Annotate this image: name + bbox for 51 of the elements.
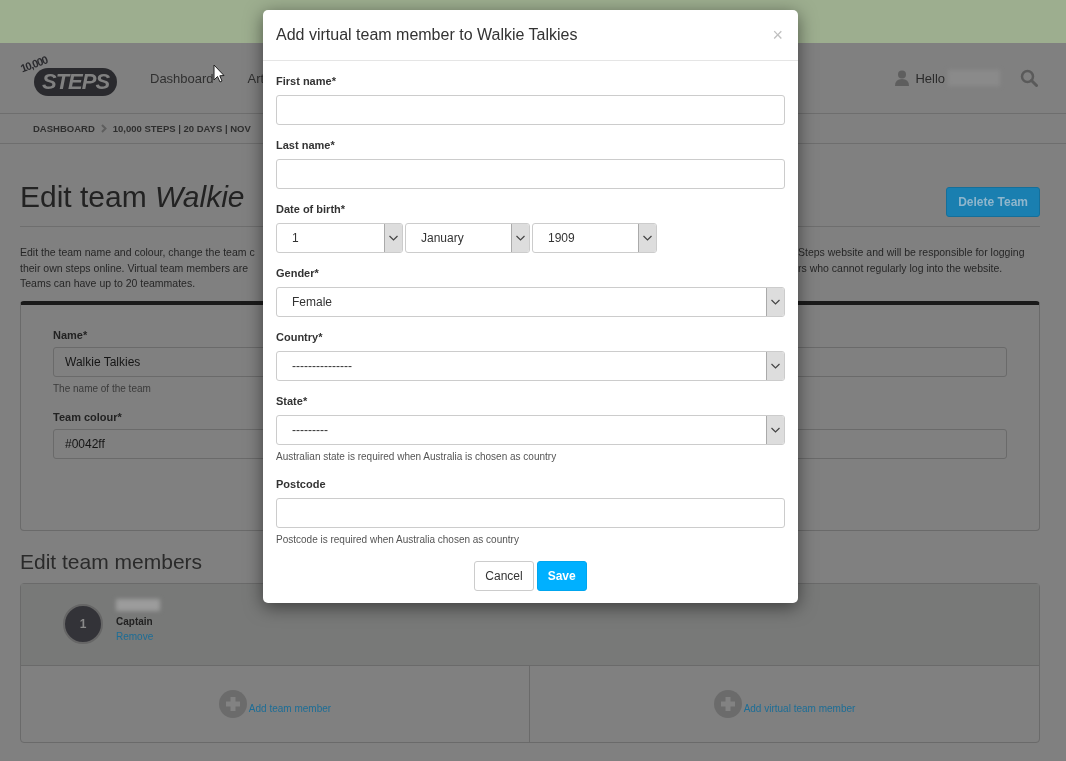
description-text: Teams can have up to 20 teammates. <box>20 276 197 291</box>
member-number: 1 <box>63 604 103 644</box>
help-text: The name of the team <box>53 381 152 396</box>
breadcrumb-link[interactable]: DASHBOARD <box>33 123 95 134</box>
greeting: Hello <box>915 70 945 86</box>
dialog-title: Add virtual team member to Walkie Talkies <box>276 26 578 44</box>
field-label: Date of birth* <box>276 202 347 216</box>
input-field[interactable] <box>276 95 785 125</box>
field-label: Gender* <box>276 266 320 280</box>
close-button[interactable]: × <box>770 24 785 46</box>
year-select[interactable]: 1909 <box>532 223 657 253</box>
blurred-member-name <box>116 598 160 611</box>
description-text: Edit the team name and colour, change the team c <box>20 245 256 260</box>
dropdown[interactable]: --------- <box>276 415 785 445</box>
dropdown[interactable]: --------------- <box>276 351 785 381</box>
user-icon <box>895 70 910 86</box>
field-label: Name* <box>53 327 88 342</box>
description-text: Steps website and will be responsible for logging <box>798 245 1026 260</box>
caret-icon <box>511 224 529 252</box>
day-select[interactable]: 1 <box>276 223 403 253</box>
member-role: Captain <box>116 614 154 629</box>
field-label: Team colour* <box>53 409 122 424</box>
caret-icon <box>766 352 784 380</box>
save-button[interactable]: Save <box>536 561 587 591</box>
month-select[interactable]: January <box>405 223 530 253</box>
field-label: Last name* <box>276 138 336 152</box>
search-icon[interactable] <box>1020 69 1038 87</box>
caret-icon <box>766 288 784 316</box>
nav-link[interactable]: Dashboard <box>150 70 214 86</box>
caret-icon <box>384 224 402 252</box>
mouse-pointer-icon <box>213 64 225 83</box>
cancel-button[interactable]: Cancel <box>474 561 534 591</box>
field-label: First name* <box>276 74 337 88</box>
section-heading: Edit team members <box>20 548 204 575</box>
input-field[interactable] <box>276 498 785 528</box>
page-title: Edit team Walkie <box>20 179 245 215</box>
caret-icon <box>766 416 784 444</box>
chevron-icon <box>100 124 107 133</box>
field-label: Postcode <box>276 477 327 491</box>
delete-team-button[interactable]: Delete Team <box>946 187 1040 217</box>
help-text: Postcode is required when Australia chosen as country <box>276 533 520 547</box>
description-text: rs who cannot regularly log into the website. <box>798 260 1004 276</box>
field-label: Country* <box>276 330 324 344</box>
dropdown[interactable]: Female <box>276 287 785 317</box>
help-text: Australian state is required when Australia is chosen as country <box>276 450 558 464</box>
breadcrumb-link[interactable]: 10,000 STEPS | 20 DAYS | NOV <box>112 123 251 134</box>
description-text: their own steps online. Virtual team members are <box>20 260 249 276</box>
nav-link[interactable]: Art <box>247 70 265 86</box>
caret-icon <box>638 224 656 252</box>
input-field[interactable] <box>276 159 785 189</box>
field-label: State* <box>276 394 309 408</box>
